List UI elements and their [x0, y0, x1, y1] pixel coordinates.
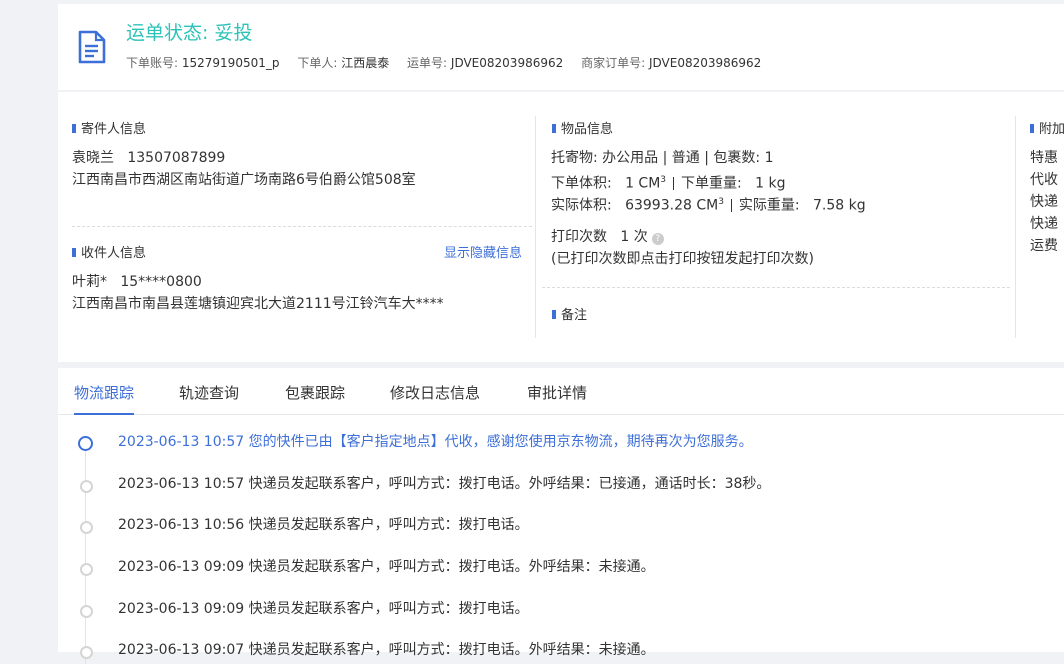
actual-weight-key: 实际重量:: [738, 197, 800, 214]
waybill-status: 运单状态: 妥投: [126, 18, 252, 45]
timeline-dot-icon: [80, 521, 93, 534]
timeline-dot-icon: [80, 605, 93, 618]
print-count: 打印次数 1 次?: [551, 227, 664, 247]
column-divider: [1015, 116, 1016, 338]
tab-package-tracking[interactable]: 包裹跟踪: [285, 382, 345, 403]
account-value: 15279190501_p: [181, 56, 280, 70]
actual-volume-value: 63993.28 CM: [625, 197, 719, 214]
timeline-item: 2023-06-13 10:56 快递员发起联系客户，呼叫方式：拨打电话。: [58, 515, 1064, 539]
timeline-dot-icon: [80, 646, 93, 659]
tab-trajectory-query[interactable]: 轨迹查询: [179, 382, 239, 403]
column-divider: [535, 116, 536, 338]
merchant-order-number: JDVE08203986962: [648, 56, 762, 70]
sender-name: 袁晓兰: [72, 150, 114, 166]
print-count-value: 1 次: [620, 229, 648, 245]
divider: [542, 287, 1010, 288]
goods-section-title: 物品信息: [552, 118, 613, 137]
unit-exponent: 3: [660, 175, 667, 185]
orderer-value: 江西晨泰: [341, 56, 390, 70]
actual-volume-weight: 实际体积: 63993.28 CM3 实际重量: 7.58 kg: [551, 192, 866, 216]
tab-bar: 物流跟踪 轨迹查询 包裹跟踪 修改日志信息 审批详情: [58, 368, 1064, 415]
extra-line: 运费: [1030, 238, 1058, 254]
extra-section-title: 附加: [1030, 118, 1064, 137]
unit-exponent: 3: [718, 197, 724, 207]
order-weight-value: 1 kg: [755, 175, 786, 192]
timeline-item: 2023-06-13 09:07 快递员发起联系客户，呼叫方式：拨打电话。外呼结…: [58, 640, 1064, 664]
order-volume-value: 1 CM: [625, 175, 661, 192]
goods-summary: 托寄物: 办公用品 | 普通 | 包裹数: 1: [551, 150, 774, 166]
sender-contact: 袁晓兰 13507087899: [72, 148, 225, 168]
timeline-text: 2023-06-13 09:09 快递员发起联系客户，呼叫方式：拨打电话。外呼结…: [118, 559, 655, 575]
show-hidden-info-link[interactable]: 显示隐藏信息: [444, 242, 522, 261]
timeline-text: 2023-06-13 10:56 快递员发起联系客户，呼叫方式：拨打电话。: [118, 517, 529, 533]
divider: [72, 226, 532, 227]
order-meta: 下单账号: 15279190501_p 下单人: 江西晨泰 运单号: JDVE0…: [126, 54, 775, 71]
merchant-order-key: 商家订单号:: [581, 56, 646, 70]
separator: [730, 198, 732, 212]
receiver-address: 江西南昌市南昌县莲塘镇迎宾北大道2111号江铃汽车大****: [72, 296, 444, 312]
receiver-contact: 叶莉* 15****0800: [72, 272, 202, 292]
actual-weight-value: 7.58 kg: [813, 197, 866, 214]
timeline-dot-icon: [80, 480, 93, 493]
sender-section-title: 寄件人信息: [72, 118, 146, 137]
tab-approval-details[interactable]: 审批详情: [527, 382, 587, 403]
order-volume-key: 下单体积:: [551, 175, 612, 192]
info-panel: 寄件人信息 袁晓兰 13507087899 江西南昌市西湖区南站街道广场南路6号…: [58, 92, 1064, 362]
timeline-text: 2023-06-13 09:09 快递员发起联系客户，呼叫方式：拨打电话。: [118, 601, 529, 617]
separator: [673, 176, 675, 190]
tab-change-log[interactable]: 修改日志信息: [390, 382, 480, 403]
timeline-item: 2023-06-13 10:57 您的快件已由【客户指定地点】代收，感谢您使用京…: [58, 432, 1064, 456]
timeline-text: 2023-06-13 10:57 快递员发起联系客户，呼叫方式：拨打电话。外呼结…: [118, 476, 771, 492]
sender-address: 江西南昌市西湖区南站街道广场南路6号伯爵公馆508室: [72, 172, 416, 188]
receiver-name: 叶莉*: [72, 274, 107, 290]
tracking-panel: 物流跟踪 轨迹查询 包裹跟踪 修改日志信息 审批详情 2023-06-13 10…: [58, 368, 1064, 664]
extra-line: 快递: [1030, 216, 1058, 232]
print-count-key: 打印次数: [551, 229, 607, 245]
timeline-item: 2023-06-13 09:09 快递员发起联系客户，呼叫方式：拨打电话。: [58, 599, 1064, 623]
print-count-note: (已打印次数即点击打印按钮发起打印次数): [551, 251, 814, 267]
extra-line: 特惠: [1030, 150, 1058, 166]
remark-section-title: 备注: [552, 304, 587, 323]
status-label: 运单状态:: [126, 22, 209, 44]
timeline-item: 2023-06-13 10:57 快递员发起联系客户，呼叫方式：拨打电话。外呼结…: [58, 474, 1064, 498]
actual-volume-key: 实际体积:: [551, 197, 612, 214]
document-icon: [78, 30, 106, 64]
receiver-phone: 15****0800: [120, 274, 202, 290]
tab-logistics-tracking[interactable]: 物流跟踪: [74, 382, 135, 415]
waybill-number: JDVE08203986962: [450, 56, 564, 70]
sender-phone: 13507087899: [127, 150, 226, 166]
order-weight-key: 下单重量:: [681, 175, 742, 192]
orderer-key: 下单人:: [297, 56, 338, 70]
receiver-section-title: 收件人信息: [72, 242, 146, 261]
account-key: 下单账号:: [126, 56, 179, 70]
waybill-key: 运单号:: [407, 56, 448, 70]
help-icon[interactable]: ?: [651, 233, 664, 245]
status-value: 妥投: [214, 22, 253, 44]
order-header: 运单状态: 妥投 下单账号: 15279190501_p 下单人: 江西晨泰 运…: [58, 4, 1064, 90]
timeline-text: 2023-06-13 09:07 快递员发起联系客户，呼叫方式：拨打电话。外呼结…: [118, 642, 655, 658]
timeline-text: 2023-06-13 10:57 您的快件已由【客户指定地点】代收，感谢您使用京…: [118, 434, 753, 450]
timeline-dot-icon: [80, 563, 93, 576]
order-volume-weight: 下单体积: 1 CM3 下单重量: 1 kg: [551, 170, 785, 194]
extra-line: 代收: [1030, 172, 1058, 188]
timeline-item: 2023-06-13 09:09 快递员发起联系客户，呼叫方式：拨打电话。外呼结…: [58, 557, 1064, 581]
extra-line: 快递: [1030, 194, 1058, 210]
timeline-dot-icon: [78, 436, 93, 451]
